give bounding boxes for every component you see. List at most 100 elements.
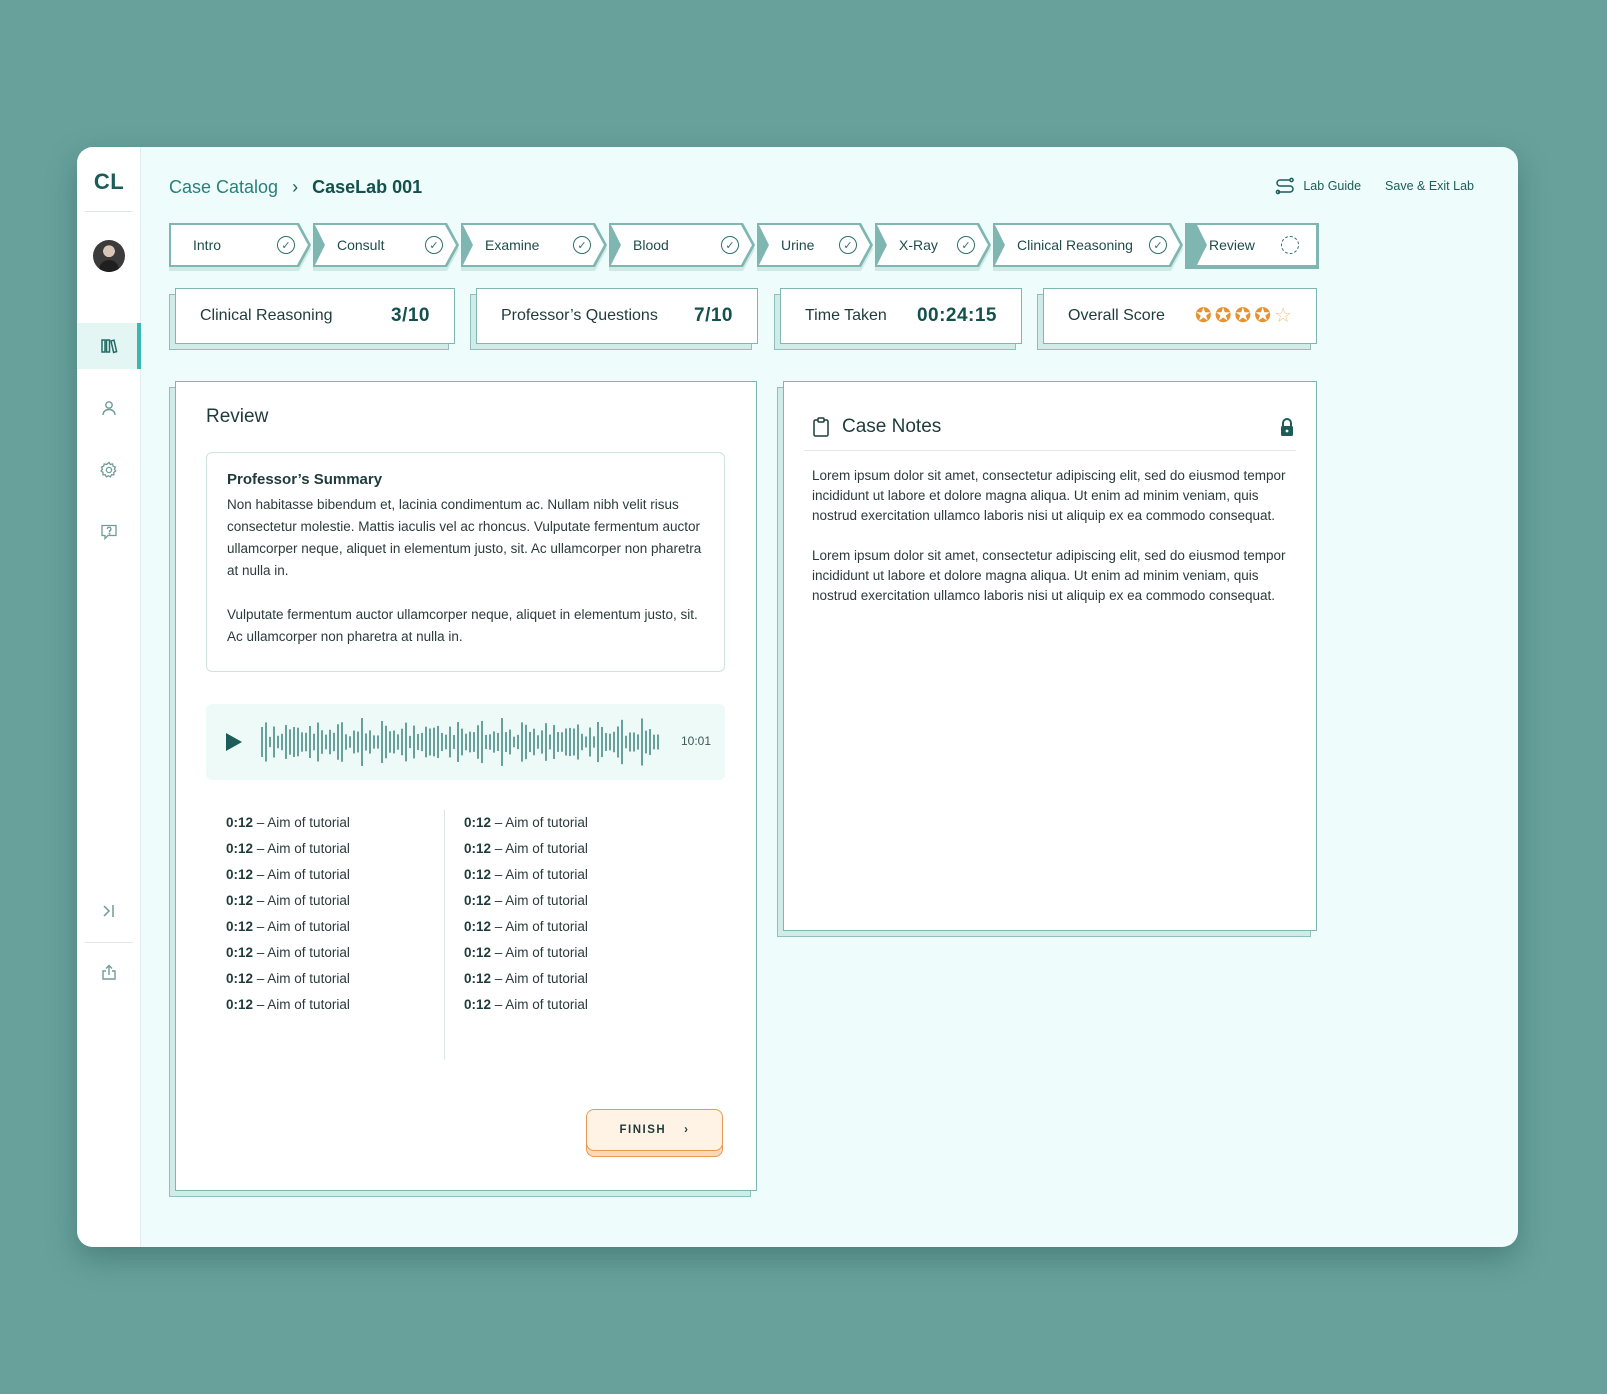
step-label: Blood	[633, 237, 669, 253]
summary-paragraph: Non habitasse bibendum et, lacinia condi…	[227, 497, 702, 578]
step-consult[interactable]: Consult ✓	[313, 223, 459, 267]
sidebar-divider	[85, 211, 133, 212]
collapse-sidebar-button[interactable]	[77, 888, 141, 934]
finish-label: FINISH	[619, 1124, 667, 1136]
chapter-column-right: 0:12 – Aim of tutorial 0:12 – Aim of tuto…	[464, 810, 704, 1018]
star-filled-icon: ✪	[1214, 305, 1232, 327]
review-title: Review	[206, 406, 269, 427]
review-panel: Review Professor’s Summary Non habitasse…	[169, 381, 757, 1197]
check-circle-icon: ✓	[721, 236, 739, 254]
chapter-time: 0:12	[226, 867, 254, 882]
chapter-title: – Aim of tutorial	[491, 815, 588, 830]
stat-professor-questions: Professor’s Questions 7/10	[470, 288, 758, 350]
breadcrumb-case-catalog[interactable]: Case Catalog	[169, 177, 278, 198]
star-rating: ✪ ✪ ✪ ✪ ☆	[1195, 306, 1292, 326]
chapter-item[interactable]: 0:12 – Aim of tutorial	[226, 836, 466, 862]
step-label: Consult	[337, 237, 385, 253]
summary-paragraph: Vulputate fermentum auctor ullamcorper n…	[227, 607, 698, 644]
lab-guide-button[interactable]: Lab Guide	[1275, 177, 1361, 195]
stat-time-taken: Time Taken 00:24:15	[774, 288, 1022, 350]
chapter-item[interactable]: 0:12 – Aim of tutorial	[226, 862, 466, 888]
step-x-ray[interactable]: X-Ray ✓	[875, 223, 991, 267]
lock-icon[interactable]	[1278, 417, 1296, 437]
chapter-item[interactable]: 0:12 – Aim of tutorial	[464, 836, 704, 862]
clipboard-icon	[813, 417, 829, 437]
chapter-divider	[444, 810, 445, 1060]
step-blood[interactable]: Blood ✓	[609, 223, 755, 267]
sidebar: CL	[77, 147, 141, 1247]
chevron-right-icon: ›	[684, 1124, 690, 1136]
collapse-sidebar-icon	[103, 905, 114, 917]
chapter-item[interactable]: 0:12 – Aim of tutorial	[226, 992, 466, 1018]
step-label: Examine	[485, 237, 540, 253]
check-circle-icon: ✓	[839, 236, 857, 254]
chapter-title: – Aim of tutorial	[253, 893, 350, 908]
chapter-item[interactable]: 0:12 – Aim of tutorial	[226, 810, 466, 836]
sidebar-item-help[interactable]	[77, 509, 141, 555]
step-clinical-reasoning[interactable]: Clinical Reasoning ✓	[993, 223, 1183, 267]
chapter-item[interactable]: 0:12 – Aim of tutorial	[464, 966, 704, 992]
chapter-item[interactable]: 0:12 – Aim of tutorial	[226, 966, 466, 992]
header-actions: Lab Guide Save & Exit Lab	[1275, 177, 1474, 195]
share-icon	[102, 964, 116, 980]
audio-player: 10:01	[206, 704, 725, 780]
sidebar-item-settings[interactable]	[77, 447, 141, 493]
case-notes-panel: Case Notes Lorem ipsum dolor sit amet, c…	[777, 381, 1317, 937]
professor-summary-card: Professor’s Summary Non habitasse bibend…	[206, 452, 725, 672]
finish-button[interactable]: FINISH ›	[586, 1109, 723, 1151]
chapter-time: 0:12	[226, 919, 254, 934]
chapter-title: – Aim of tutorial	[491, 971, 588, 986]
notes-paragraph: Lorem ipsum dolor sit amet, consectetur …	[812, 468, 1286, 523]
audio-duration: 10:01	[680, 734, 711, 748]
check-circle-icon: ✓	[957, 236, 975, 254]
chapter-item[interactable]: 0:12 – Aim of tutorial	[464, 914, 704, 940]
check-circle-icon: ✓	[425, 236, 443, 254]
check-circle-icon: ✓	[573, 236, 591, 254]
lab-guide-label: Lab Guide	[1303, 179, 1362, 193]
step-urine[interactable]: Urine ✓	[757, 223, 873, 267]
step-label: Intro	[193, 237, 222, 253]
chapter-title: – Aim of tutorial	[491, 893, 588, 908]
chapter-item[interactable]: 0:12 – Aim of tutorial	[464, 862, 704, 888]
chapter-title: – Aim of tutorial	[491, 945, 588, 960]
chapter-title: – Aim of tutorial	[253, 997, 350, 1012]
step-examine[interactable]: Examine ✓	[461, 223, 607, 267]
avatar[interactable]	[93, 240, 125, 272]
check-circle-icon: ✓	[277, 236, 295, 254]
chapter-item[interactable]: 0:12 – Aim of tutorial	[226, 914, 466, 940]
chapter-time: 0:12	[226, 945, 254, 960]
chapter-title: – Aim of tutorial	[253, 815, 350, 830]
app-window: CL Case Catalog › CaseLab 001 Lab Guide …	[77, 147, 1518, 1247]
chapter-title: – Aim of tutorial	[253, 919, 350, 934]
chapter-item[interactable]: 0:12 – Aim of tutorial	[464, 888, 704, 914]
stat-label: Clinical Reasoning	[200, 307, 333, 324]
case-notes-body: Lorem ipsum dolor sit amet, consectetur …	[812, 466, 1288, 606]
chapter-item[interactable]: 0:12 – Aim of tutorial	[226, 888, 466, 914]
sidebar-item-library[interactable]	[77, 323, 141, 369]
sidebar-item-profile[interactable]	[77, 385, 141, 431]
save-exit-button[interactable]: Save & Exit Lab	[1385, 179, 1474, 193]
chapter-item[interactable]: 0:12 – Aim of tutorial	[226, 940, 466, 966]
chapter-item[interactable]: 0:12 – Aim of tutorial	[464, 992, 704, 1018]
chapter-column-left: 0:12 – Aim of tutorial 0:12 – Aim of tuto…	[226, 810, 466, 1018]
chapter-title: – Aim of tutorial	[253, 971, 350, 986]
chapter-time: 0:12	[464, 997, 492, 1012]
chapter-time: 0:12	[464, 919, 492, 934]
stat-overall-score: Overall Score ✪ ✪ ✪ ✪ ☆	[1037, 288, 1317, 350]
chapter-time: 0:12	[464, 971, 492, 986]
stat-value: 3/10	[391, 305, 430, 326]
step-review[interactable]: Review	[1185, 223, 1319, 269]
waveform[interactable]	[260, 716, 665, 768]
chapter-item[interactable]: 0:12 – Aim of tutorial	[464, 940, 704, 966]
step-intro[interactable]: Intro ✓	[169, 223, 311, 267]
page-title: CaseLab 001	[312, 177, 423, 197]
step-label: Urine	[781, 237, 815, 253]
chapter-time: 0:12	[226, 893, 254, 908]
chapter-time: 0:12	[464, 815, 492, 830]
star-filled-icon: ✪	[1195, 305, 1212, 327]
sidebar-divider	[85, 942, 133, 943]
chapter-item[interactable]: 0:12 – Aim of tutorial	[464, 810, 704, 836]
share-button[interactable]	[77, 950, 141, 996]
app-logo[interactable]: CL	[77, 169, 141, 195]
play-icon[interactable]	[226, 733, 242, 751]
